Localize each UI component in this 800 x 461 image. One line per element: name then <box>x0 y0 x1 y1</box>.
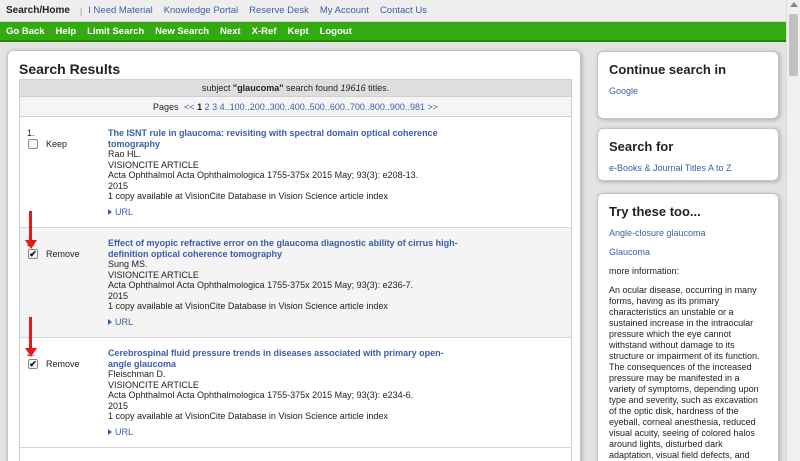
try-these-box: Try these too... Angle-closure glaucoma … <box>597 193 779 461</box>
record-year: 2015 <box>108 400 129 411</box>
top-nav: Search/Home | I Need Material Knowledge … <box>0 0 786 22</box>
nav-contact-us[interactable]: Contact Us <box>380 5 427 16</box>
remove-label: Remove <box>46 249 80 259</box>
red-arrow-icon <box>25 211 37 251</box>
record-copy: 1 copy available at VisionCite Database … <box>108 301 388 311</box>
glaucoma-description: An ocular disease, occurring in many for… <box>609 285 760 460</box>
record-copy: 1 copy available at VisionCite Database … <box>108 191 388 201</box>
next-button[interactable]: Next <box>220 26 241 37</box>
scroll-up-icon[interactable] <box>790 2 798 7</box>
ebooks-journals-link[interactable]: e-Books & Journal Titles A to Z <box>609 163 767 173</box>
result-record: 3. ✔ Remove Cerebrospinal fluid pressure… <box>20 338 571 448</box>
record-url-link[interactable]: URL <box>108 317 458 328</box>
remove-checkbox[interactable]: ✔ <box>28 359 38 369</box>
scroll-thumb[interactable] <box>789 14 798 76</box>
record-body: Cerebrospinal fluid pressure trends in d… <box>108 348 458 437</box>
help-button[interactable]: Help <box>56 26 77 37</box>
remove-label: Remove <box>46 359 80 369</box>
logout-button[interactable]: Logout <box>320 26 352 37</box>
new-search-button[interactable]: New Search <box>155 26 209 37</box>
record-source: Acta Ophthalmol Acta Ophthalmologica 175… <box>108 390 414 400</box>
kept-button[interactable]: Kept <box>287 26 308 37</box>
page-title: Search Results <box>19 61 121 77</box>
record-number: 1. <box>27 128 35 138</box>
nav-my-account[interactable]: My Account <box>320 5 369 16</box>
try-these-title: Try these too... <box>609 204 701 219</box>
page-link-600[interactable]: ..600 <box>325 102 345 112</box>
record-year: 2015 <box>108 180 129 191</box>
record-url-label: URL <box>115 316 134 327</box>
summary-count: 19616 <box>340 83 366 93</box>
page-prev-link[interactable]: << <box>184 102 195 112</box>
page-link-400[interactable]: ..400 <box>285 102 305 112</box>
search-results-panel: Search Results subject "glaucoma" search… <box>7 50 581 461</box>
page-next-link[interactable]: >> <box>428 102 439 112</box>
record-type: VISIONCITE ARTICLE <box>108 269 199 280</box>
pages-label: Pages <box>152 102 179 112</box>
angle-closure-glaucoma-link[interactable]: Angle-closure glaucoma <box>609 228 767 238</box>
page-link-900[interactable]: ..900 <box>385 102 405 112</box>
page-link-981[interactable]: ..981 <box>405 102 425 112</box>
page-link-300[interactable]: ..300 <box>265 102 285 112</box>
record-source: Acta Ophthalmol Acta Ophthalmologica 175… <box>108 280 414 290</box>
search-home-link[interactable]: Search/Home <box>6 5 70 16</box>
page-link-700[interactable]: ..700 <box>345 102 365 112</box>
record-body: Effect of myopic refractive error on the… <box>108 238 458 327</box>
page-link-800[interactable]: ..800 <box>365 102 385 112</box>
results-box: subject "glaucoma" search found 19616 ti… <box>19 79 572 461</box>
continue-search-title: Continue search in <box>609 62 727 77</box>
record-url-label: URL <box>115 206 134 217</box>
action-bar: Go Back Help Limit Search New Search Nex… <box>0 22 786 42</box>
keep-checkbox[interactable] <box>28 139 38 149</box>
go-back-button[interactable]: Go Back <box>6 26 45 37</box>
page-link-3[interactable]: 3 <box>212 102 217 112</box>
record-url-link[interactable]: URL <box>108 427 458 438</box>
result-record: 1. Keep The ISNT rule in glaucoma: revis… <box>20 118 571 228</box>
record-url-link[interactable]: URL <box>108 207 458 218</box>
record-title-link[interactable]: Effect of myopic refractive error on the… <box>108 238 458 259</box>
record-year: 2015 <box>108 290 129 301</box>
nav-reserve-desk[interactable]: Reserve Desk <box>249 5 309 16</box>
expand-triangle-icon <box>108 208 112 215</box>
record-body: The ISNT rule in glaucoma: revisiting wi… <box>108 128 458 217</box>
summary-titles: titles. <box>368 83 390 93</box>
record-author: Fleischman D. <box>108 369 166 379</box>
record-title-link[interactable]: The ISNT rule in glaucoma: revisiting wi… <box>108 128 438 149</box>
record-copy: 1 copy available at VisionCite Database … <box>108 411 388 421</box>
google-link[interactable]: Google <box>609 86 767 96</box>
limit-search-button[interactable]: Limit Search <box>87 26 144 37</box>
nav-separator: | <box>79 5 83 16</box>
search-for-title: Search for <box>609 139 674 154</box>
record-source: Acta Ophthalmol Acta Ophthalmologica 175… <box>108 170 419 180</box>
more-information-label: more information: <box>609 266 680 276</box>
record-url-label: URL <box>115 426 134 437</box>
record-author: Sung MS. <box>108 259 148 269</box>
page-link-500[interactable]: ..500 <box>305 102 325 112</box>
summary-subject-label: subject <box>201 83 231 93</box>
summary-query: "glaucoma" <box>232 83 284 93</box>
nav-i-need-material[interactable]: I Need Material <box>88 5 152 16</box>
keep-label: Keep <box>46 139 68 149</box>
expand-triangle-icon <box>108 428 112 435</box>
results-summary: subject "glaucoma" search found 19616 ti… <box>20 80 571 97</box>
page-current: 1 <box>197 102 203 112</box>
record-title-link[interactable]: Cerebrospinal fluid pressure trends in d… <box>108 348 444 369</box>
record-author: Rao HL. <box>108 149 142 159</box>
page-scrollbar[interactable] <box>786 0 800 461</box>
red-arrow-icon <box>25 317 37 359</box>
expand-triangle-icon <box>108 318 112 325</box>
xref-button[interactable]: X-Ref <box>252 26 277 37</box>
continue-search-box: Continue search in Google <box>597 51 779 119</box>
page-link-2[interactable]: 2 <box>205 102 210 112</box>
pagination: Pages << 1 2 3 4..100..200..300..400..50… <box>20 97 571 117</box>
page-link-200[interactable]: ..200 <box>245 102 265 112</box>
glaucoma-link[interactable]: Glaucoma <box>609 247 767 257</box>
record-type: VISIONCITE ARTICLE <box>108 159 199 170</box>
nav-knowledge-portal[interactable]: Knowledge Portal <box>164 5 238 16</box>
search-for-box: Search for e-Books & Journal Titles A to… <box>597 128 779 181</box>
result-record: 2. ✔ Remove Effect of myopic refractive … <box>20 228 571 338</box>
page-link-100[interactable]: ..100 <box>225 102 245 112</box>
summary-found-text: search found <box>285 83 339 93</box>
record-type: VISIONCITE ARTICLE <box>108 379 199 390</box>
